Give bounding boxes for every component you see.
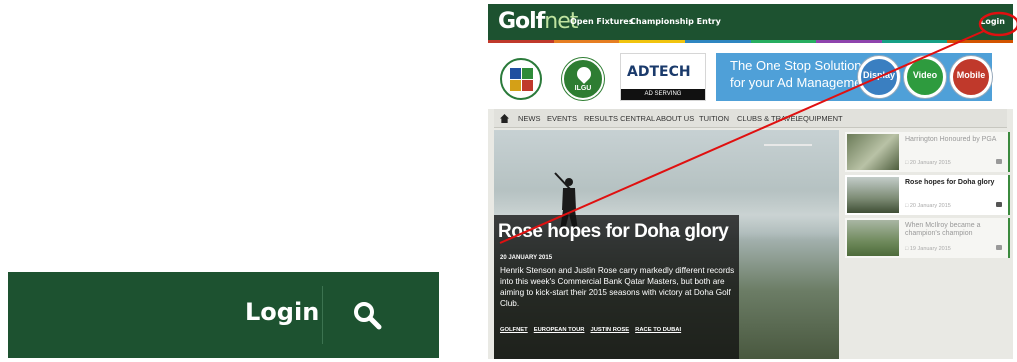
news-thumbnail: [847, 177, 899, 213]
topnav-open-fixtures[interactable]: Open Fixtures: [570, 17, 633, 26]
zoomed-header-callout: Login: [8, 272, 439, 358]
sidebar-news-item[interactable]: Harrington Honoured by PGA □ 20 January …: [845, 132, 1010, 172]
adtech-brand-box: ADTECH AD SERVING: [620, 53, 706, 101]
nav-equipment[interactable]: EQUIPMENT: [798, 114, 843, 123]
nav-about-us[interactable]: ABOUT US: [656, 114, 694, 123]
nav-tuition[interactable]: TUITION: [699, 114, 729, 123]
news-item-date: □ 20 January 2015: [905, 160, 951, 166]
stage: Login Golfnet Open Fixtures Championship…: [0, 0, 1017, 362]
news-item-date-text: 19 January 2015: [909, 246, 951, 252]
comment-icon: [996, 159, 1002, 164]
adtech-brand-sub: AD SERVING: [621, 89, 705, 100]
shamrock-icon: [574, 64, 594, 84]
adtech-advert[interactable]: ADTECH AD SERVING The One Stop Solution …: [620, 53, 992, 101]
ilgu-crest[interactable]: ILGU: [562, 58, 604, 100]
ad-line-2: for your Ad Management!: [730, 75, 876, 90]
hero-article[interactable]: Rose hopes for Doha glory 20 JANUARY 201…: [494, 130, 839, 359]
website-screenshot: Golfnet Open Fixtures Championship Entry…: [488, 4, 1013, 359]
login-link[interactable]: Login: [245, 298, 319, 326]
hero-body: Henrik Stenson and Justin Rose carry mar…: [500, 266, 735, 308]
tag-race-to-dubai[interactable]: RACE TO DUBAI: [635, 327, 681, 333]
news-item-title: Harrington Honoured by PGA: [905, 136, 997, 143]
ilgu-crest-text: ILGU: [574, 85, 592, 92]
nav-results-central[interactable]: RESULTS CENTRAL: [584, 114, 655, 123]
news-item-date: □ 19 January 2015: [905, 246, 951, 252]
news-item-date: □ 20 January 2015: [905, 203, 951, 209]
adtech-panel: The One Stop Solution for your Ad Manage…: [716, 53, 992, 101]
nav-clubs-travel[interactable]: CLUBS & TRAVEL: [737, 114, 800, 123]
ad-pill-mobile: Mobile: [950, 56, 992, 98]
nav-events[interactable]: EVENTS: [547, 114, 577, 123]
site-top-bar: Golfnet Open Fixtures Championship Entry…: [488, 4, 1013, 40]
golfnet-logo[interactable]: Golfnet: [498, 9, 578, 34]
comment-icon: [996, 245, 1002, 250]
adtech-brand-name: ADTECH: [627, 64, 691, 80]
news-thumbnail: [847, 134, 899, 170]
hero-caption-box: Rose hopes for Doha glory 20 JANUARY 201…: [494, 215, 739, 359]
tag-european-tour[interactable]: EUROPEAN TOUR: [534, 327, 585, 333]
ad-pill-label: Video: [912, 70, 938, 80]
ad-pill-label: Mobile: [956, 70, 986, 80]
comment-icon: [996, 202, 1002, 207]
search-icon[interactable]: [352, 300, 382, 330]
ad-line-1: The One Stop Solution: [730, 58, 862, 73]
hero-headline[interactable]: Rose hopes for Doha glory: [498, 221, 729, 243]
ad-pill-label: Display: [862, 70, 895, 80]
logo-main: Golf: [498, 9, 545, 34]
tag-golfnet[interactable]: GOLFNET: [500, 327, 528, 333]
news-item-date-text: 20 January 2015: [909, 160, 951, 166]
main-navigation: NEWS EVENTS RESULTS CENTRAL ABOUT US TUI…: [494, 109, 1007, 128]
sidebar-news-list: Harrington Honoured by PGA □ 20 January …: [845, 132, 1010, 354]
hero-date: 20 JANUARY 2015: [500, 255, 553, 261]
ad-pill-video: Video: [904, 56, 946, 98]
ad-pill-display: Display: [858, 56, 900, 98]
news-thumbnail: [847, 220, 899, 256]
news-item-title: Rose hopes for Doha glory: [905, 179, 995, 186]
header-divider: [322, 286, 323, 344]
tag-justin-rose[interactable]: JUSTIN ROSE: [591, 327, 630, 333]
banner-area: ILGU ADTECH AD SERVING The One Stop Solu…: [488, 43, 1013, 109]
slider-indicator[interactable]: [764, 144, 812, 146]
golfing-union-crest[interactable]: [500, 58, 542, 100]
hero-tags: GOLFNET EUROPEAN TOUR JUSTIN ROSE RACE TO D…: [500, 327, 687, 333]
news-item-date-text: 20 January 2015: [909, 203, 951, 209]
sidebar-news-item[interactable]: When McIlroy became a champion's champio…: [845, 218, 1010, 258]
home-icon[interactable]: [500, 114, 509, 123]
topnav-championship-entry[interactable]: Championship Entry: [630, 17, 721, 26]
site-login-link[interactable]: Login: [980, 17, 1005, 26]
sidebar-news-item-active[interactable]: Rose hopes for Doha glory □ 20 January 2…: [845, 175, 1010, 215]
news-item-title: When McIlroy became a champion's champio…: [905, 222, 981, 237]
nav-news[interactable]: NEWS: [518, 114, 541, 123]
